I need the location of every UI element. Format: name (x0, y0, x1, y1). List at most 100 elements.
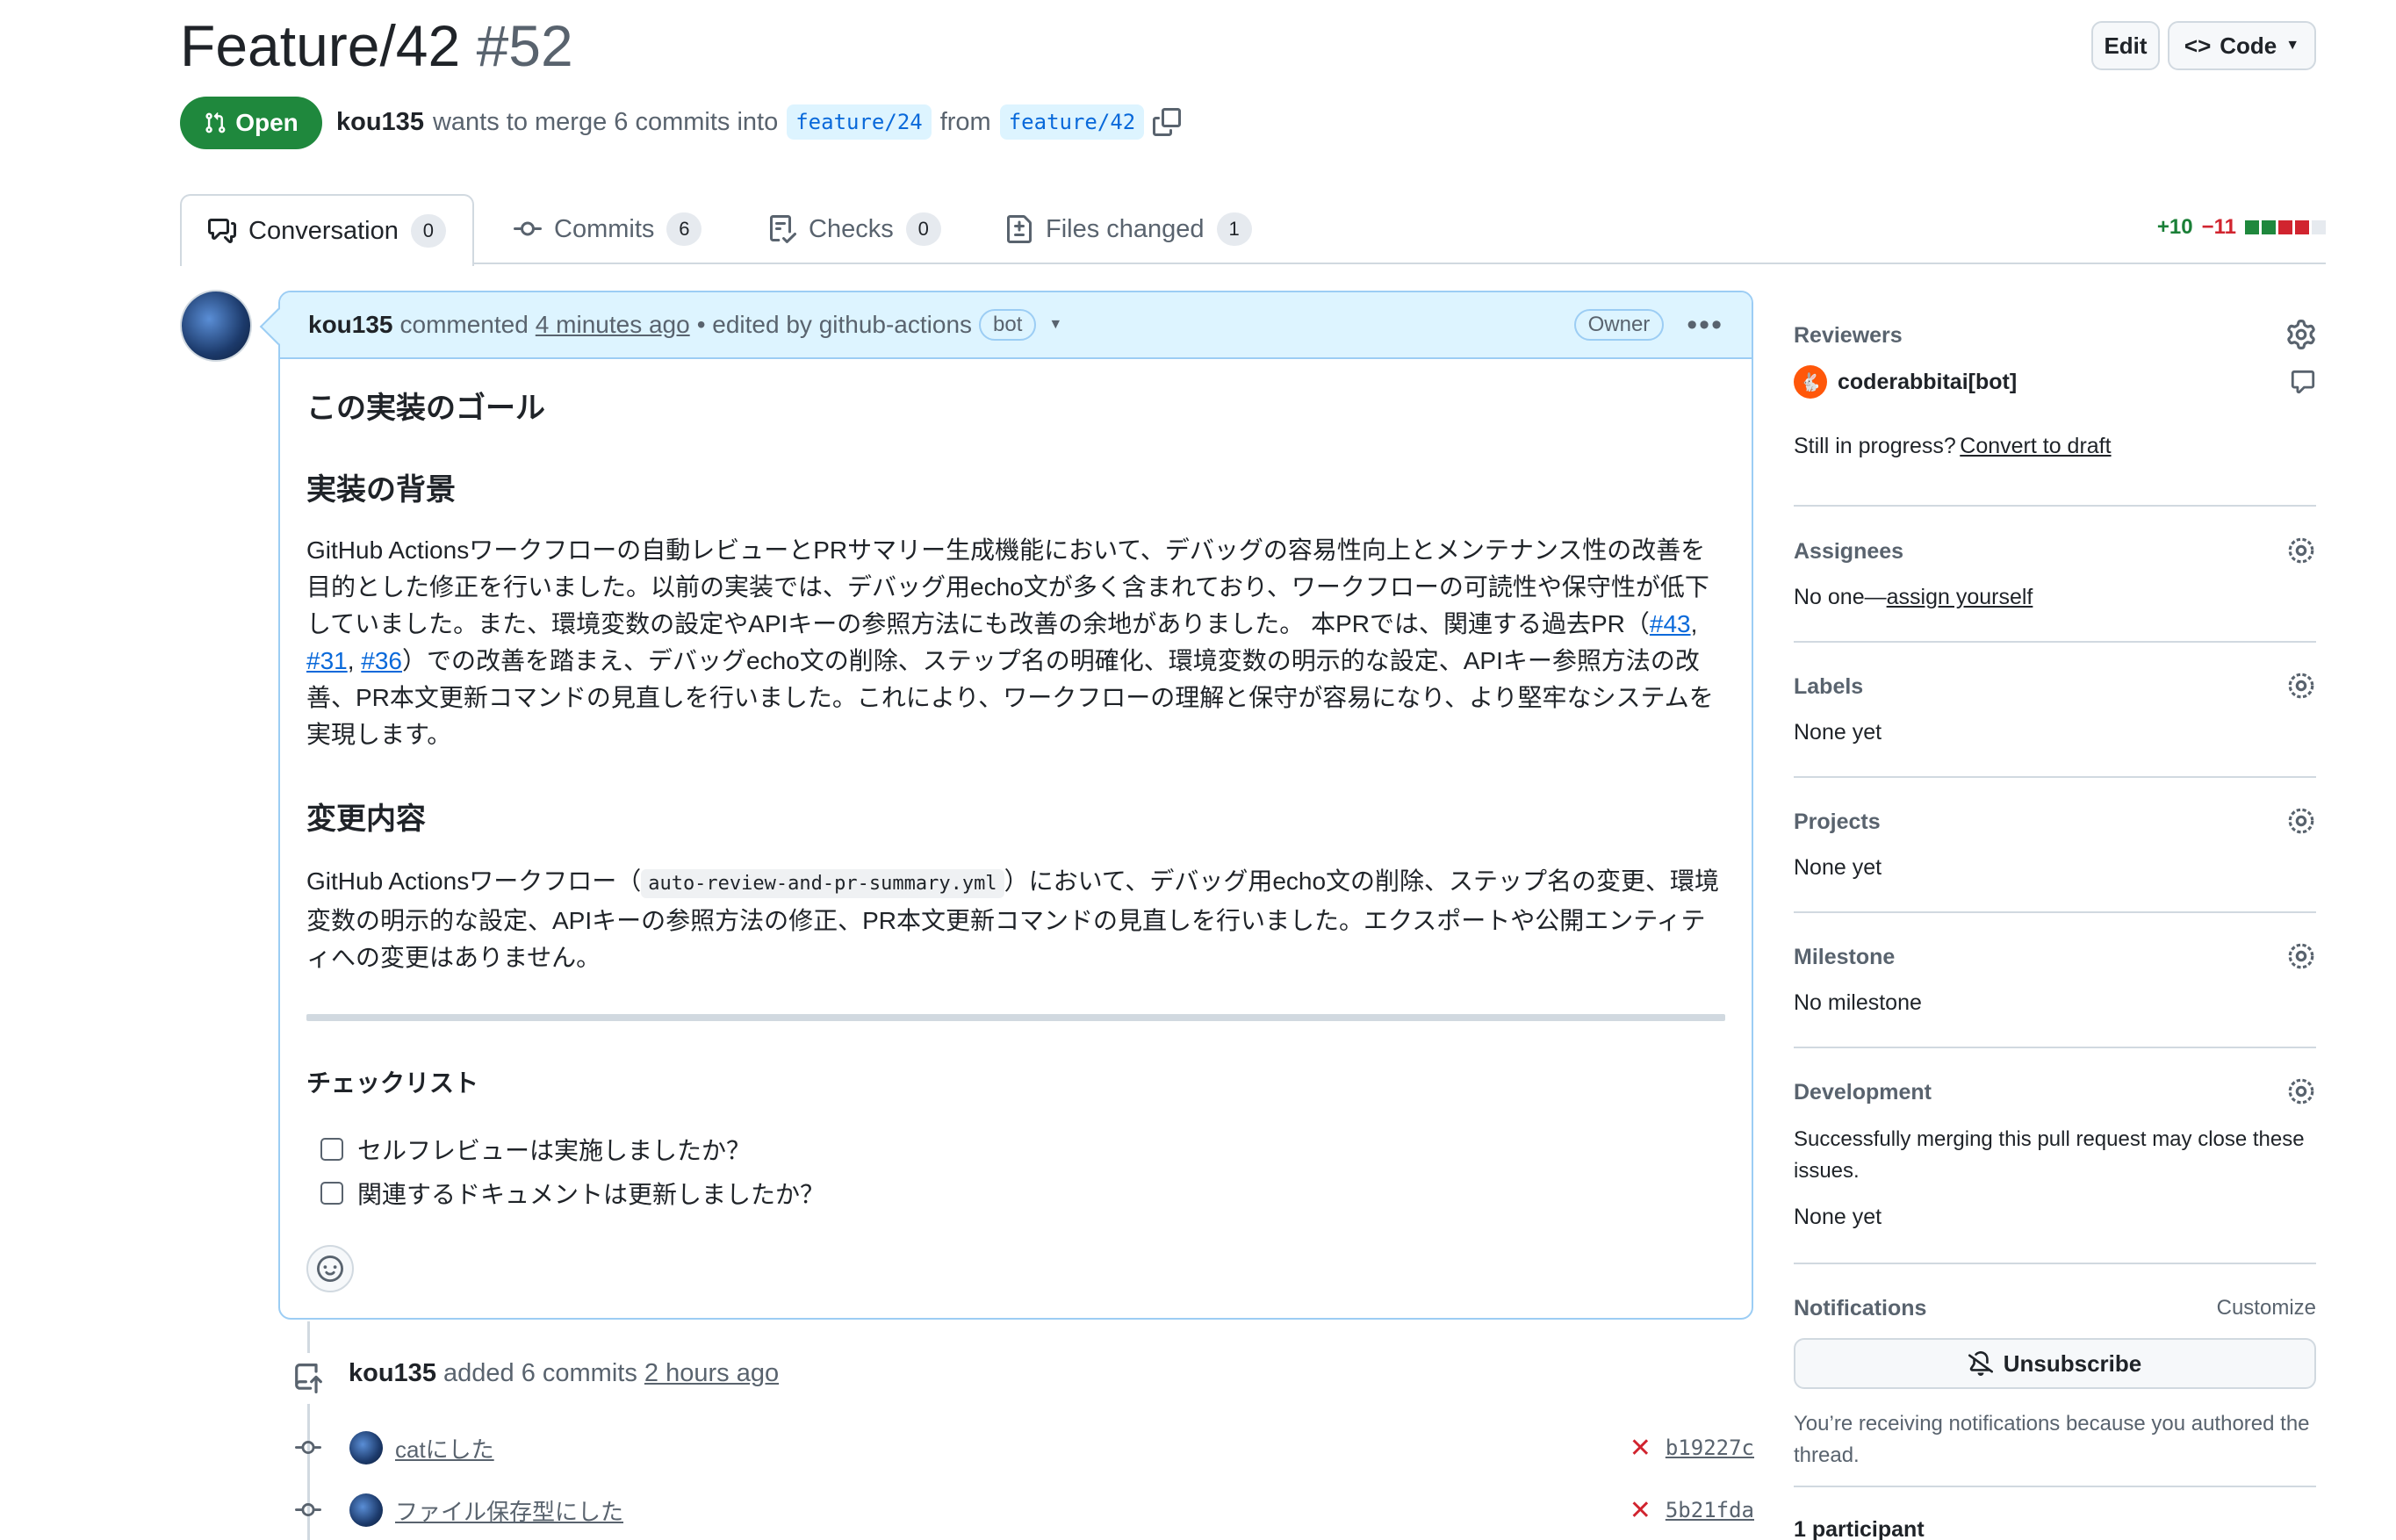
development-value: None yet (1794, 1205, 1882, 1229)
comment-timestamp[interactable]: 4 minutes ago (536, 311, 690, 339)
development-title[interactable]: Development (1794, 1080, 1932, 1105)
pr-ref-link-43[interactable]: #43 (1650, 610, 1691, 637)
caret-down-icon: ▼ (2285, 38, 2300, 53)
reviewer-avatar[interactable]: 🐇 (1794, 365, 1827, 399)
add-reaction-button[interactable] (306, 1245, 354, 1292)
convert-to-draft-link[interactable]: Convert to draft (1960, 434, 2111, 458)
code-button[interactable]: <> Code ▼ (2168, 21, 2316, 70)
pr-author-link[interactable]: kou135 (336, 108, 424, 137)
reviewer-row: 🐇 coderabbitai[bot] (1794, 365, 2017, 399)
sidebar-labels: Labels None yet (1794, 669, 2316, 778)
edit-button[interactable]: Edit (2091, 21, 2160, 70)
diffstat-block (2295, 220, 2309, 234)
code-icon: <> (2184, 32, 2212, 59)
workflow-file-code: auto-review-and-pr-summary.yml (641, 869, 1004, 898)
commented-text: commented (399, 311, 529, 338)
author-avatar[interactable] (180, 290, 252, 362)
assignees-title[interactable]: Assignees (1794, 539, 1903, 565)
status-failed-icon[interactable]: ✕ (1630, 1433, 1651, 1464)
tab-conversation-count: 0 (410, 214, 446, 248)
copy-icon[interactable] (1153, 108, 1182, 136)
status-failed-icon[interactable]: ✕ (1630, 1495, 1651, 1526)
milestone-title[interactable]: Milestone (1794, 945, 1895, 970)
base-branch[interactable]: feature/24 (787, 104, 932, 140)
pr-title: Feature/42 (180, 13, 461, 78)
gear-icon[interactable] (2286, 1076, 2316, 1106)
gear-icon[interactable] (2286, 671, 2316, 701)
pr-ref-link-36[interactable]: #36 (361, 647, 402, 674)
reviewer-name[interactable]: coderabbitai[bot] (1838, 370, 2017, 395)
checklist-item[interactable]: セルフレビューは実施しましたか？ (320, 1132, 751, 1167)
commit-author-avatar[interactable] (349, 1493, 383, 1527)
head-branch[interactable]: feature/42 (999, 104, 1145, 140)
comment-icon (2291, 370, 2315, 394)
diffstat-block (2278, 220, 2292, 234)
timeline-badge (283, 1353, 334, 1404)
checklist-item-label: 関連するドキュメントは更新しましたか？ (357, 1181, 825, 1208)
checklist-item[interactable]: 関連するドキュメントは更新しましたか？ (320, 1176, 824, 1211)
still-in-progress-text: Still in progress? (1794, 434, 1956, 458)
pr-ref-link-31[interactable]: #31 (306, 647, 348, 674)
tab-conversation[interactable]: Conversation 0 (180, 194, 474, 266)
diffstat-block (2262, 220, 2276, 234)
tab-checks-label: Checks (809, 214, 894, 243)
unsubscribe-button[interactable]: Unsubscribe (1794, 1338, 2316, 1389)
labels-title[interactable]: Labels (1794, 674, 1863, 700)
tab-checks-count: 0 (905, 212, 941, 246)
timeline-author-link[interactable]: kou135 (349, 1359, 436, 1387)
pr-title-row: Feature/42 #52 (180, 12, 573, 79)
reviewers-title[interactable]: Reviewers (1794, 323, 1903, 349)
kebab-menu-icon[interactable]: ••• (1687, 310, 1723, 340)
commit-message-link[interactable]: catにした (395, 1432, 494, 1464)
gear-icon[interactable] (2286, 536, 2316, 565)
paragraph-background: GitHub Actionsワークフローの自動レビューとPRサマリー生成機能にお… (306, 532, 1720, 753)
gear-icon[interactable] (2286, 320, 2316, 349)
commit-row-right: ✕ 5b21fda (1630, 1495, 1754, 1526)
commit-message-link[interactable]: ファイル保存型にした (395, 1494, 623, 1527)
commit-sha-link[interactable]: 5b21fda (1666, 1498, 1754, 1522)
assign-yourself-link[interactable]: assign yourself (1887, 585, 2033, 609)
gear-icon[interactable] (2286, 941, 2316, 971)
no-assignee-text: No one— (1794, 585, 1887, 609)
edit-history-caret-icon[interactable]: ▼ (1048, 317, 1062, 333)
tab-files-changed[interactable]: Files changed 1 (1005, 194, 1252, 264)
tab-commits[interactable]: Commits 6 (514, 194, 702, 264)
sidebar-reviewers: Reviewers 🐇 coderabbitai[bot] Still in p… (1794, 316, 2316, 507)
tab-checks[interactable]: Checks 0 (768, 194, 941, 264)
background-text-2: ）での改善を踏まえ、デバッグecho文の削除、ステップ名の明確化、環境変数の明示… (306, 647, 1714, 748)
tab-commits-label: Commits (554, 214, 655, 243)
projects-title[interactable]: Projects (1794, 810, 1881, 835)
heading-background: 実装の背景 (306, 473, 456, 507)
pr-state-badge: Open (180, 97, 322, 149)
commit-author-avatar[interactable] (349, 1431, 383, 1464)
commit-row: ファイル保存型にした ✕ 5b21fda (283, 1486, 1754, 1535)
checkbox[interactable] (320, 1138, 343, 1161)
ref-separator: , (347, 647, 362, 674)
from-text: from (939, 107, 991, 136)
customize-link[interactable]: Customize (2217, 1296, 2316, 1321)
milestone-value: No milestone (1794, 990, 1922, 1015)
pr-state-label: Open (235, 109, 299, 136)
sidebar-milestone: Milestone No milestone (1794, 939, 2316, 1048)
commit-row: catにした ✕ b19227c (283, 1423, 1754, 1472)
assignees-value: No one—assign yourself (1794, 585, 2033, 610)
labels-value: None yet (1794, 720, 1882, 745)
gear-icon[interactable] (2286, 806, 2316, 836)
draft-prompt: Still in progress? Convert to draft (1794, 434, 2112, 459)
edited-by-text: • edited by github-actions (696, 311, 973, 338)
diffstat-block (2312, 220, 2326, 234)
heading-checklist: チェックリスト (306, 1069, 479, 1097)
commit-icon (514, 221, 542, 236)
comment-author-link[interactable]: kou135 (308, 311, 393, 339)
checkbox[interactable] (320, 1182, 343, 1205)
commit-icon (283, 1435, 334, 1461)
tab-conversation-label: Conversation (248, 216, 399, 245)
bell-slash-icon (1968, 1351, 1993, 1376)
commit-sha-link[interactable]: b19227c (1666, 1436, 1754, 1460)
edit-button-label: Edit (2104, 32, 2148, 59)
unsubscribe-label: Unsubscribe (2003, 1349, 2142, 1377)
timeline-timestamp[interactable]: 2 hours ago (644, 1359, 779, 1387)
merge-text: wants to merge 6 commits into (432, 107, 779, 136)
sidebar-projects: Projects None yet (1794, 804, 2316, 913)
checklist-item-label: セルフレビューは実施しましたか？ (357, 1137, 752, 1164)
